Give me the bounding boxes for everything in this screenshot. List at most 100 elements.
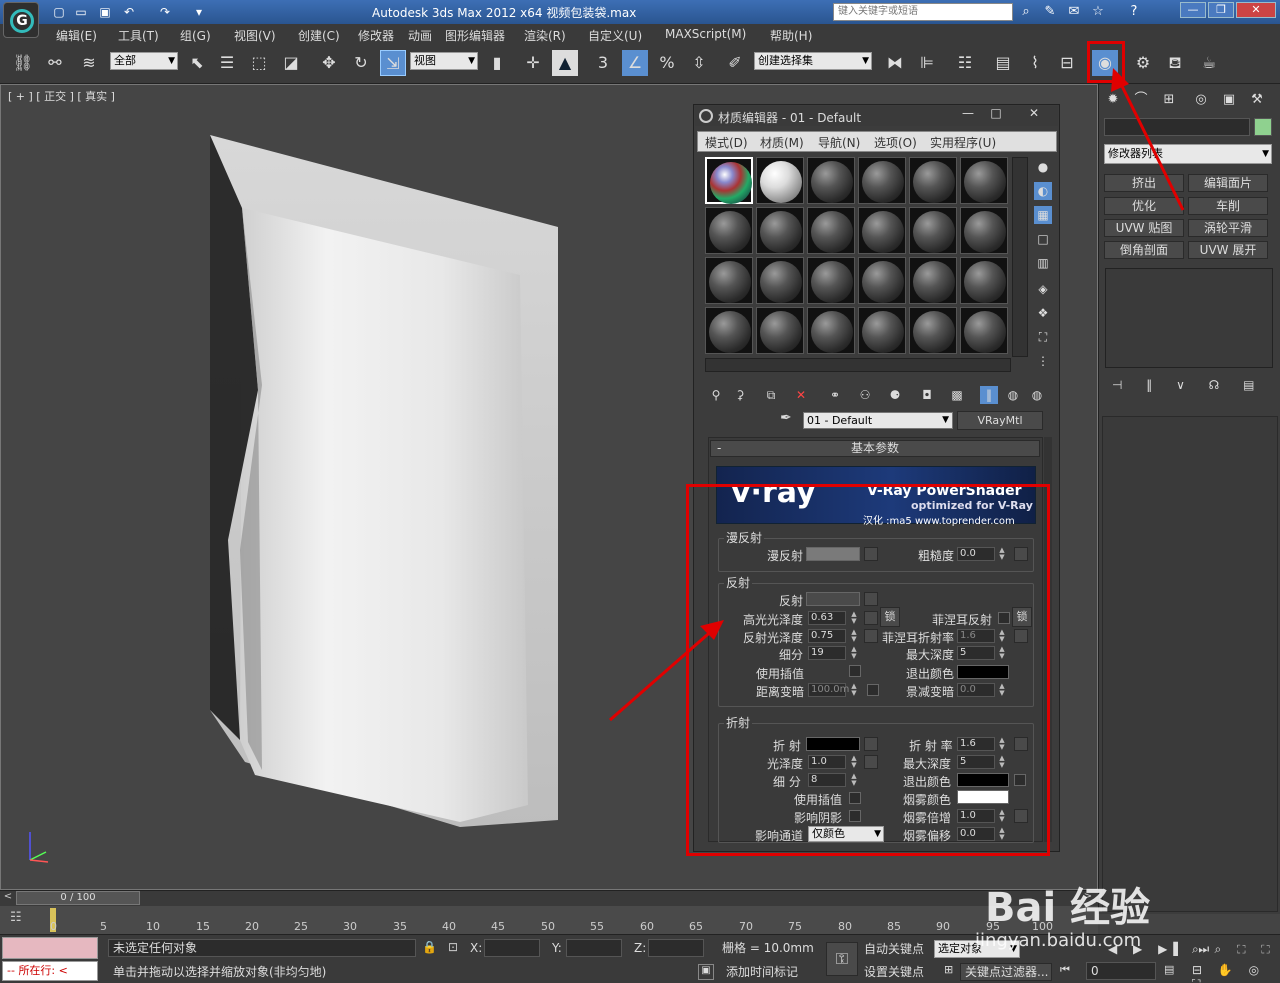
- slots-horizontal-scrollbar[interactable]: [705, 358, 1011, 372]
- schematic-view-icon[interactable]: ⊟: [1054, 50, 1080, 76]
- sample-slot[interactable]: [807, 207, 855, 254]
- utilities-tab-icon[interactable]: ⚒: [1246, 90, 1268, 110]
- sample-slot[interactable]: [858, 207, 906, 254]
- minimize-button[interactable]: —: [1180, 2, 1206, 18]
- material-id-channel-icon[interactable]: ⚈: [886, 386, 904, 404]
- favorites-star-icon[interactable]: ☆: [1088, 3, 1108, 21]
- lathe-button[interactable]: 车削: [1188, 197, 1268, 215]
- new-file-icon[interactable]: ▢: [50, 3, 68, 21]
- viewport-navigation-controls-2[interactable]: ⊟ ✋ ◎ ⛶: [1192, 963, 1280, 983]
- mated-menu-utilities[interactable]: 实用程序(U): [930, 134, 996, 151]
- get-material-icon[interactable]: ⚲: [707, 386, 725, 404]
- quick-access-dropdown-icon[interactable]: ▾: [190, 3, 208, 21]
- sample-slot[interactable]: [858, 307, 906, 354]
- app-menu-button[interactable]: G: [3, 2, 39, 38]
- select-and-rotate-icon[interactable]: ↻: [348, 50, 374, 76]
- go-to-parent-icon[interactable]: ‖: [980, 386, 998, 404]
- object-color-swatch[interactable]: [1254, 118, 1272, 136]
- select-object-icon[interactable]: ⬉: [184, 50, 210, 76]
- mated-maximize-button[interactable]: □: [984, 105, 1008, 121]
- sample-slot[interactable]: [807, 257, 855, 304]
- material-name-dropdown[interactable]: 01 - Default ▼: [803, 412, 953, 429]
- packaging-bag-model[interactable]: [200, 130, 570, 830]
- basic-parameters-rollout[interactable]: - 基本参数: [710, 440, 1040, 457]
- spinner-snap-icon[interactable]: ⇳: [686, 50, 712, 76]
- angle-snap-icon[interactable]: ∠: [622, 50, 648, 76]
- select-and-scale-icon[interactable]: ⇲: [380, 50, 406, 76]
- go-to-start-icon[interactable]: ⏮: [1060, 963, 1070, 977]
- time-slider-thumb[interactable]: 0 / 100: [16, 891, 140, 905]
- edit-patch-button[interactable]: 编辑面片: [1188, 174, 1268, 192]
- key-filters-button[interactable]: 关键点过滤器...: [960, 963, 1052, 981]
- backlight-icon[interactable]: ◐: [1034, 182, 1052, 200]
- sample-slot[interactable]: [858, 257, 906, 304]
- background-checker-icon[interactable]: ▦: [1034, 206, 1052, 224]
- auto-key-button[interactable]: 自动关键点: [864, 940, 934, 958]
- pivot-center-icon[interactable]: ▮: [484, 50, 510, 76]
- named-selection-dropdown[interactable]: 创建选择集 ▼: [754, 52, 872, 70]
- open-file-icon[interactable]: ▭: [72, 3, 90, 21]
- sample-slot[interactable]: [960, 307, 1008, 354]
- bevel-profile-button[interactable]: 倒角剖面: [1104, 241, 1184, 259]
- modify-tab-icon[interactable]: ⌒: [1130, 90, 1152, 110]
- undo-icon[interactable]: ↶: [120, 3, 138, 21]
- eyedropper-icon[interactable]: ✒: [780, 410, 792, 426]
- optimize-button[interactable]: 优化: [1104, 197, 1184, 215]
- unwrap-uvw-button[interactable]: UVW 展开: [1188, 241, 1268, 259]
- menu-tools[interactable]: 工具(T): [118, 27, 159, 44]
- sample-slot[interactable]: [960, 207, 1008, 254]
- menu-graph-editors[interactable]: 图形编辑器: [445, 27, 505, 44]
- curve-editor-icon[interactable]: ⌇: [1022, 50, 1048, 76]
- add-time-tag-button[interactable]: 添加时间标记: [722, 963, 822, 981]
- mini-curve-editor-icon[interactable]: ☷: [10, 910, 22, 925]
- slots-vertical-scrollbar[interactable]: [1012, 157, 1028, 357]
- material-type-button[interactable]: VRayMtl: [957, 411, 1043, 430]
- mated-menu-material[interactable]: 材质(M): [760, 134, 804, 151]
- menu-modifiers[interactable]: 修改器: [358, 27, 394, 44]
- video-color-check-icon[interactable]: ▥: [1034, 254, 1052, 272]
- mated-close-button[interactable]: ✕: [1022, 105, 1046, 121]
- help-search-input[interactable]: 键入关键字或短语: [833, 3, 1013, 21]
- create-tab-icon[interactable]: ✹: [1102, 90, 1124, 110]
- show-end-result-icon[interactable]: ▩: [948, 386, 966, 404]
- sample-type-icon[interactable]: ●: [1034, 158, 1052, 176]
- go-forward-sibling-icon[interactable]: ◍: [1004, 386, 1022, 404]
- sample-slot[interactable]: [807, 157, 855, 204]
- assign-material-icon[interactable]: ⧉: [762, 386, 780, 404]
- select-and-move-icon[interactable]: ✥: [316, 50, 342, 76]
- sample-slot[interactable]: [705, 207, 753, 254]
- modifier-stack[interactable]: [1105, 268, 1273, 368]
- absolute-mode-icon[interactable]: ⊡: [448, 940, 458, 954]
- hierarchy-tab-icon[interactable]: ⊞: [1158, 90, 1180, 110]
- put-material-icon[interactable]: ⚳: [731, 386, 749, 404]
- sample-slot[interactable]: [909, 257, 957, 304]
- set-key-icon[interactable]: ⚿: [826, 942, 858, 976]
- sample-slot[interactable]: [756, 207, 804, 254]
- window-crossing-icon[interactable]: ◪: [278, 50, 304, 76]
- mated-menu-navigation[interactable]: 导航(N): [818, 134, 860, 151]
- extrude-button[interactable]: 挤出: [1104, 174, 1184, 192]
- sample-slot[interactable]: [909, 157, 957, 204]
- graphite-ribbon-icon[interactable]: ▤: [990, 50, 1016, 76]
- sample-slot[interactable]: [705, 157, 753, 204]
- viewport-label[interactable]: [ + ] [ 正交 ] [ 真实 ]: [8, 88, 115, 104]
- tools-icon[interactable]: ✎: [1040, 3, 1060, 21]
- sample-slot[interactable]: [705, 257, 753, 304]
- turbosmooth-button[interactable]: 涡轮平滑: [1188, 219, 1268, 237]
- object-name-field[interactable]: [1104, 118, 1250, 136]
- restore-button[interactable]: ❐: [1208, 2, 1234, 18]
- keyboard-shortcut-override-icon[interactable]: ▲: [552, 50, 578, 76]
- layer-manager-icon[interactable]: ☷: [952, 50, 978, 76]
- show-map-in-viewport-icon[interactable]: ◘: [918, 386, 936, 404]
- snaps-toggle-icon[interactable]: 3: [590, 50, 616, 76]
- reference-coordinate-dropdown[interactable]: 视图 ▼: [410, 52, 478, 70]
- sample-slot[interactable]: [807, 307, 855, 354]
- sample-uv-tiling-icon[interactable]: □: [1034, 230, 1052, 248]
- menu-create[interactable]: 创建(C): [298, 27, 340, 44]
- material-map-navigator-icon[interactable]: ⋮: [1034, 352, 1052, 370]
- x-coordinate-field[interactable]: [484, 939, 540, 957]
- selection-lock-icon[interactable]: 🔒: [422, 940, 437, 954]
- rendered-frame-window-icon[interactable]: ⛾: [1162, 50, 1188, 76]
- reset-map-icon[interactable]: ✕: [792, 386, 810, 404]
- menu-maxscript[interactable]: MAXScript(M): [665, 27, 746, 41]
